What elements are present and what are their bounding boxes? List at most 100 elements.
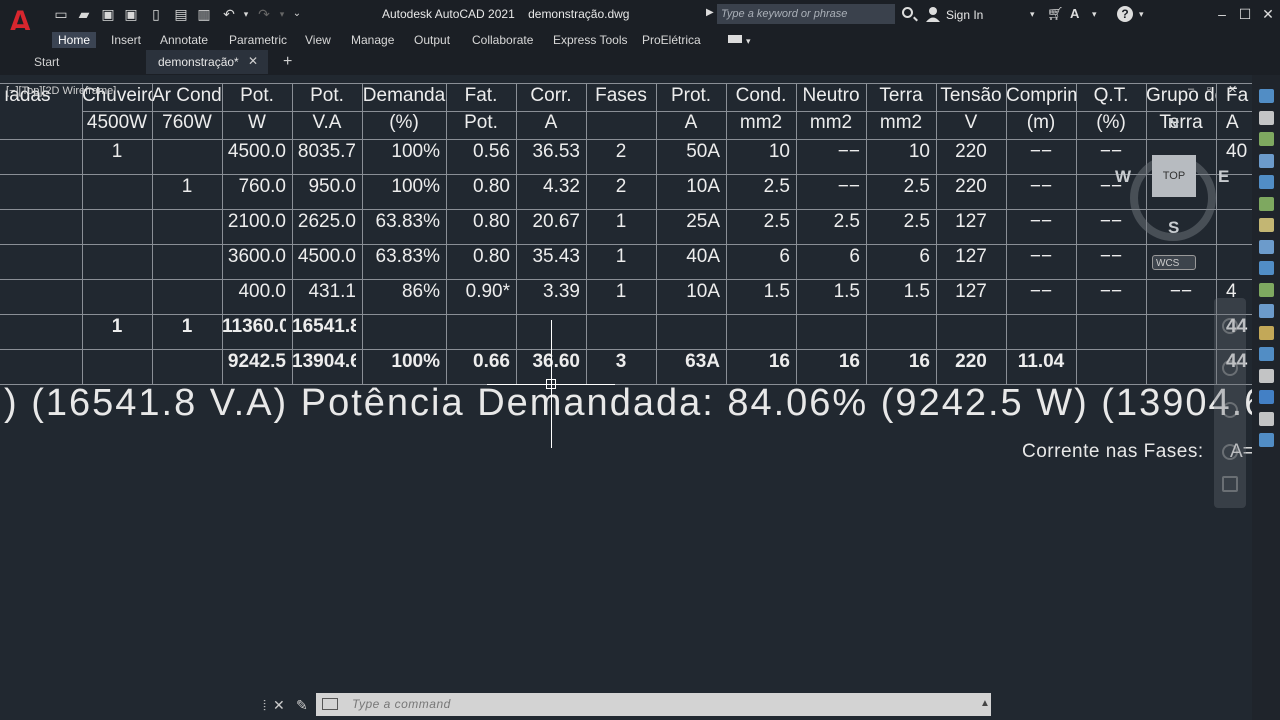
cart-icon[interactable]: 🛒︎: [1047, 6, 1064, 22]
save-to-web-icon[interactable]: ▤: [173, 6, 189, 22]
viewcube-north[interactable]: N: [1168, 115, 1179, 132]
tab-proeletrica[interactable]: ProElétrica: [636, 32, 707, 48]
tab-annotate[interactable]: Annotate: [154, 32, 214, 48]
toolbar-tool-icon[interactable]: [1259, 433, 1274, 447]
tab-output[interactable]: Output: [408, 32, 456, 48]
tab-home[interactable]: Home: [52, 32, 97, 48]
a360-dropdown-icon[interactable]: ▾: [1092, 6, 1097, 22]
toolbar-tool-icon[interactable]: [1259, 390, 1274, 404]
table-row-cell: 2625.0: [297, 211, 356, 232]
redo-dropdown-icon[interactable]: ▾: [274, 6, 290, 22]
zoom-icon[interactable]: [1222, 402, 1238, 418]
search-icon[interactable]: [902, 7, 913, 18]
pan-icon[interactable]: [1222, 360, 1238, 376]
close-icon[interactable]: ✕: [1259, 5, 1277, 23]
tab-view[interactable]: View: [299, 32, 337, 48]
command-grip-icon[interactable]: ⦙: [263, 697, 266, 714]
table-row-cell: 2: [615, 141, 627, 162]
toolbar-tool-icon[interactable]: [1259, 325, 1274, 340]
title-arrow-icon[interactable]: ▶: [706, 7, 714, 18]
command-prompt-icon[interactable]: [322, 698, 338, 710]
ribbon-dropdown-icon[interactable]: ▾: [746, 33, 751, 49]
new-tab-icon[interactable]: +: [283, 53, 292, 71]
open-folder-icon[interactable]: ▰: [76, 6, 92, 22]
tab-collaborate[interactable]: Collaborate: [466, 32, 539, 48]
navigation-bar[interactable]: [1214, 298, 1246, 508]
viewcube-east[interactable]: E: [1218, 167, 1229, 187]
toolbar-tool-icon[interactable]: [1259, 218, 1274, 232]
showmotion-icon[interactable]: [1222, 476, 1238, 492]
toolbar-tool-icon[interactable]: [1259, 304, 1274, 318]
viewcube-west[interactable]: W: [1115, 167, 1131, 187]
header-cell: V: [964, 112, 978, 133]
signin-dropdown-icon[interactable]: ▾: [1030, 6, 1035, 22]
sign-in-button[interactable]: Sign In: [946, 8, 983, 22]
help-icon[interactable]: ?: [1117, 6, 1133, 22]
customize-toolbar-icon[interactable]: ⌄: [289, 6, 305, 22]
command-customize-icon[interactable]: ✎: [296, 697, 308, 714]
viewport-controls[interactable]: [−][Top][2D Wireframe]: [6, 85, 116, 97]
toolbar-tool-icon[interactable]: [1259, 153, 1274, 168]
orbit-icon[interactable]: [1222, 444, 1238, 460]
command-input[interactable]: Type a command: [352, 697, 451, 711]
tab-manage[interactable]: Manage: [345, 32, 400, 48]
new-file-icon[interactable]: ▭: [53, 6, 69, 22]
table-grid-line: [0, 244, 1252, 245]
user-icon[interactable]: [925, 6, 941, 22]
steering-wheel-icon[interactable]: [1222, 318, 1238, 334]
drawing-area[interactable]: [−][Top][2D Wireframe] – ▫ ✕ ıadas Chuvei…: [0, 75, 1252, 720]
toolbar-tool-icon[interactable]: [1259, 239, 1274, 254]
tab-start[interactable]: Start: [0, 50, 146, 74]
viewport-restore-icon[interactable]: ▫: [1207, 83, 1211, 95]
minimize-icon[interactable]: –: [1213, 5, 1231, 23]
undo-dropdown-icon[interactable]: ▾: [238, 6, 254, 22]
wcs-menu[interactable]: WCS: [1152, 255, 1196, 270]
toolbar-tool-icon[interactable]: [1259, 411, 1274, 426]
tab-parametric[interactable]: Parametric: [223, 32, 293, 48]
save-icon[interactable]: ▣: [100, 6, 116, 22]
maximize-icon[interactable]: ☐: [1236, 5, 1254, 23]
table-row-cell: 2.5: [763, 176, 790, 197]
table-row-cell: 10: [908, 141, 930, 162]
toolbar-tool-icon[interactable]: [1259, 110, 1274, 125]
summary-text: ) (16541.8 V.A) Potência Demandada: 84.0…: [4, 382, 1252, 424]
viewcube-top-face[interactable]: TOP: [1152, 155, 1196, 197]
undo-icon[interactable]: ↶: [221, 6, 237, 22]
toolbar-tool-icon[interactable]: [1259, 347, 1274, 361]
close-tab-icon[interactable]: ✕: [248, 54, 258, 68]
web-mobile-icon[interactable]: ▯: [148, 6, 164, 22]
toolbar-tool-icon[interactable]: [1259, 175, 1274, 189]
table-row-cell: −−: [1029, 211, 1053, 232]
tab-express-tools[interactable]: Express Tools: [547, 32, 633, 48]
plot-icon[interactable]: ▥: [196, 6, 212, 22]
table-row-cell: 127: [955, 211, 987, 232]
save-as-icon[interactable]: ▣: [123, 6, 139, 22]
toolbar-tool-icon[interactable]: [1259, 89, 1274, 103]
viewport-minimize-icon[interactable]: –: [1188, 83, 1194, 95]
help-dropdown-icon[interactable]: ▾: [1139, 6, 1144, 22]
header-cell: A: [544, 112, 558, 133]
tab-insert[interactable]: Insert: [105, 32, 147, 48]
total-row-cell: 16541.8: [292, 316, 356, 337]
toolbar-tool-icon[interactable]: [1259, 282, 1274, 297]
toolbar-tool-icon[interactable]: [1259, 196, 1274, 211]
table-row-cell: −−: [1029, 281, 1053, 302]
search-input[interactable]: Type a keyword or phrase: [717, 4, 895, 24]
header-cell: Terra: [1159, 112, 1203, 133]
autodesk-a360-icon[interactable]: A: [1070, 6, 1079, 22]
redo-icon[interactable]: ↷: [256, 6, 272, 22]
toolbar-tool-icon[interactable]: [1259, 132, 1274, 146]
toolbar-tool-icon[interactable]: [1259, 368, 1274, 383]
header-cell: Cond.: [735, 85, 787, 106]
viewcube-south[interactable]: S: [1168, 218, 1179, 238]
command-history-icon[interactable]: ▲: [980, 698, 990, 709]
viewport-close-icon[interactable]: ✕: [1228, 83, 1237, 96]
demand-row-cell: 220: [955, 351, 987, 372]
ribbon-minimize-icon[interactable]: [728, 35, 742, 43]
table-row-cell: 127: [955, 281, 987, 302]
toolbar-tool-icon[interactable]: [1259, 261, 1274, 275]
command-close-icon[interactable]: ✕: [273, 697, 285, 714]
header-cell: Grupo do: [1146, 85, 1216, 106]
window-title: Autodesk AutoCAD 2021 demonstração.dwg: [382, 7, 630, 21]
table-row-cell: 1: [615, 281, 627, 302]
